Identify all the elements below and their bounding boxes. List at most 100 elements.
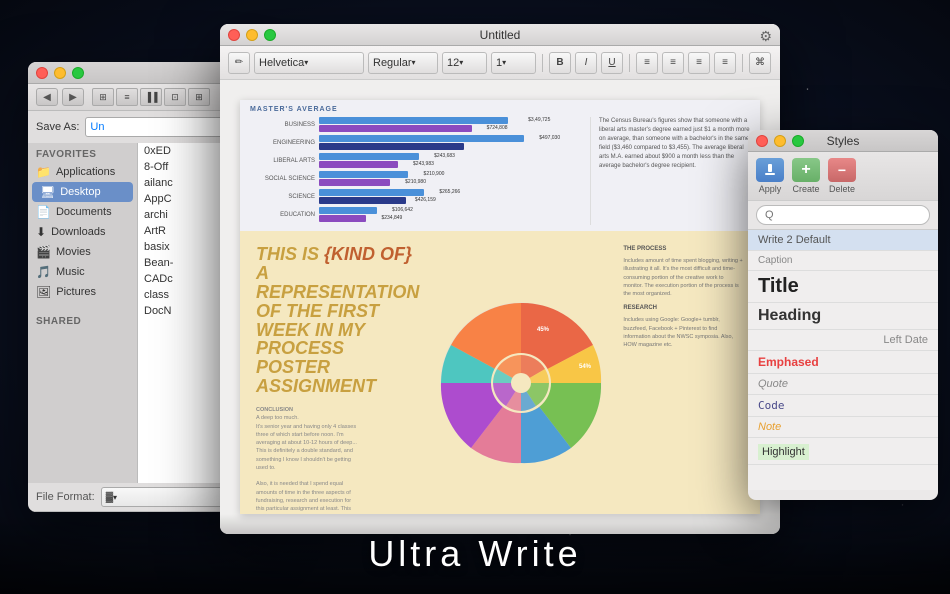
main-titlebar: Untitled ⚙ [220,24,780,46]
chart-row-liberal: LIBERAL ARTS $243,683 $243,983 [250,153,582,168]
styles-panel-title: Styles [827,134,860,148]
style-name-quote: Quote [758,378,928,390]
view-extra-button[interactable]: ⊞ [188,88,210,106]
main-maximize-button[interactable] [264,29,276,41]
font-family-select[interactable]: Helvetica [254,52,364,74]
font-family-value: Helvetica [259,57,304,69]
chart-label-science: SCIENCE [250,194,315,200]
delete-icon: − [828,158,856,182]
shared-label: SHARED [28,310,137,329]
pen-tool-button[interactable]: ✏ [228,52,250,74]
close-button[interactable] [36,67,48,79]
style-item-highlight[interactable]: Highlight [748,438,938,465]
sidebar-item-applications-label: Applications [56,166,115,178]
pie-chart-area: 45% 54% [431,245,611,514]
bar-business-2: $724,808 [319,125,472,132]
style-name-note: Note [758,421,928,433]
styles-close-button[interactable] [756,135,768,147]
sidebar-item-movies[interactable]: 🎬 Movies [28,242,137,262]
style-item-title[interactable]: Title [748,271,938,303]
bar-val-soc-2: $210,980 [405,179,426,185]
sidebar-item-applications[interactable]: 📁 Applications [28,162,137,182]
view-column-button[interactable]: ▐▐ [140,88,162,106]
sidebar-item-music[interactable]: 🎵 Music [28,262,137,282]
view-icon-button[interactable]: ⊞ [92,88,114,106]
poster-line6: POSTER [256,357,330,377]
chart-description: The Census Bureau's figures show that so… [590,117,750,225]
gear-icon[interactable]: ⚙ [759,28,772,44]
chart-row-science: SCIENCE $265,266 $426,159 [250,189,582,204]
poster-left: THIS IS {KIND OF} A REPRESENTATION OF TH… [256,245,419,514]
bar-business-1: $3,49,725 [319,117,508,124]
radial-chart-svg: 45% 54% [431,293,611,473]
italic-button[interactable]: I [575,52,597,74]
align-right-button[interactable]: ≡ [688,52,710,74]
bar-sci-2: $426,159 [319,197,406,204]
sidebar-item-pictures[interactable]: 🖼 Pictures [28,282,137,302]
nav-back-button[interactable]: ◀ [36,88,58,106]
main-content[interactable]: MASTER'S AVERAGE BUSINESS $3,49,725 $7 [220,80,780,534]
desktop-icon: 🖥 [40,185,55,199]
styles-search-area [748,201,938,230]
bar-val-soc-1: $210,900 [424,171,445,177]
keyboard-shortcut-button[interactable]: ⌘ [749,52,771,74]
font-style-select[interactable]: Regular [368,52,438,74]
styles-panel-window: Styles Apply + Create − Delete Write 2 D… [748,130,938,500]
movies-icon: 🎬 [36,245,51,259]
styles-maximize-button[interactable] [792,135,804,147]
line-spacing-select[interactable]: 1 [491,52,536,74]
delete-label: Delete [829,184,855,194]
bar-soc-2: $210,980 [319,179,390,186]
bold-button[interactable]: B [549,52,571,74]
bar-eng-2 [319,143,464,150]
sidebar-item-desktop[interactable]: 🖥 Desktop [32,182,133,202]
bar-val-edu-1: $106,642 [392,207,413,213]
poster-line1: THIS IS {KIND OF} [256,244,412,264]
view-list-button[interactable]: ≡ [116,88,138,106]
sidebar-item-documents[interactable]: 📄 Documents [28,202,137,222]
main-close-button[interactable] [228,29,240,41]
style-name-emphased: Emphased [758,355,928,369]
chart-row-engineering: ENGINEERING $497,030 [250,135,582,150]
style-name-highlight: Highlight [758,444,809,460]
save-as-label: Save As: [36,121,79,133]
style-item-emphased[interactable]: Emphased [748,351,938,374]
nav-forward-button[interactable]: ▶ [62,88,84,106]
apply-label: Apply [759,184,782,194]
style-name-caption: Caption [758,255,928,266]
apply-style-button[interactable]: Apply [756,158,784,194]
create-style-button[interactable]: + Create [792,158,820,194]
align-left-button[interactable]: ≡ [636,52,658,74]
view-coverflow-button[interactable]: ⊡ [164,88,186,106]
style-item-note[interactable]: Note [748,417,938,438]
documents-icon: 📄 [36,205,51,219]
style-name-code: Code [758,399,928,412]
style-item-leftdate[interactable]: Left Date [748,330,938,351]
bottom-overlay: Ultra Write [0,514,950,594]
sidebar-item-downloads[interactable]: ⬇ Downloads [28,222,137,242]
style-item-heading[interactable]: Heading [748,303,938,330]
font-size-select[interactable]: 12 [442,52,487,74]
maximize-button[interactable] [72,67,84,79]
align-center-button[interactable]: ≡ [662,52,684,74]
style-item-code[interactable]: Code [748,395,938,417]
styles-search-input[interactable] [756,205,930,225]
style-item-write2default[interactable]: Write 2 Default [748,230,938,251]
app-title: Ultra Write [368,533,581,575]
poster-line5: PROCESS [256,338,344,358]
align-justify-button[interactable]: ≡ [714,52,736,74]
styles-minimize-button[interactable] [774,135,786,147]
bar-val-eng-1: $497,030 [539,135,560,141]
minimize-button[interactable] [54,67,66,79]
line-spacing-value: 1 [496,57,502,69]
underline-button[interactable]: U [601,52,623,74]
document-page: MASTER'S AVERAGE BUSINESS $3,49,725 $7 [240,100,760,514]
main-minimize-button[interactable] [246,29,258,41]
delete-style-button[interactable]: − Delete [828,158,856,194]
the-process-label: THE PROCESS [623,245,744,254]
style-item-caption[interactable]: Caption [748,251,938,271]
favorites-label: FAVORITES [28,143,137,162]
style-item-quote[interactable]: Quote [748,374,938,395]
sidebar-item-documents-label: Documents [56,206,112,218]
style-name-write2default: Write 2 Default [758,234,928,246]
